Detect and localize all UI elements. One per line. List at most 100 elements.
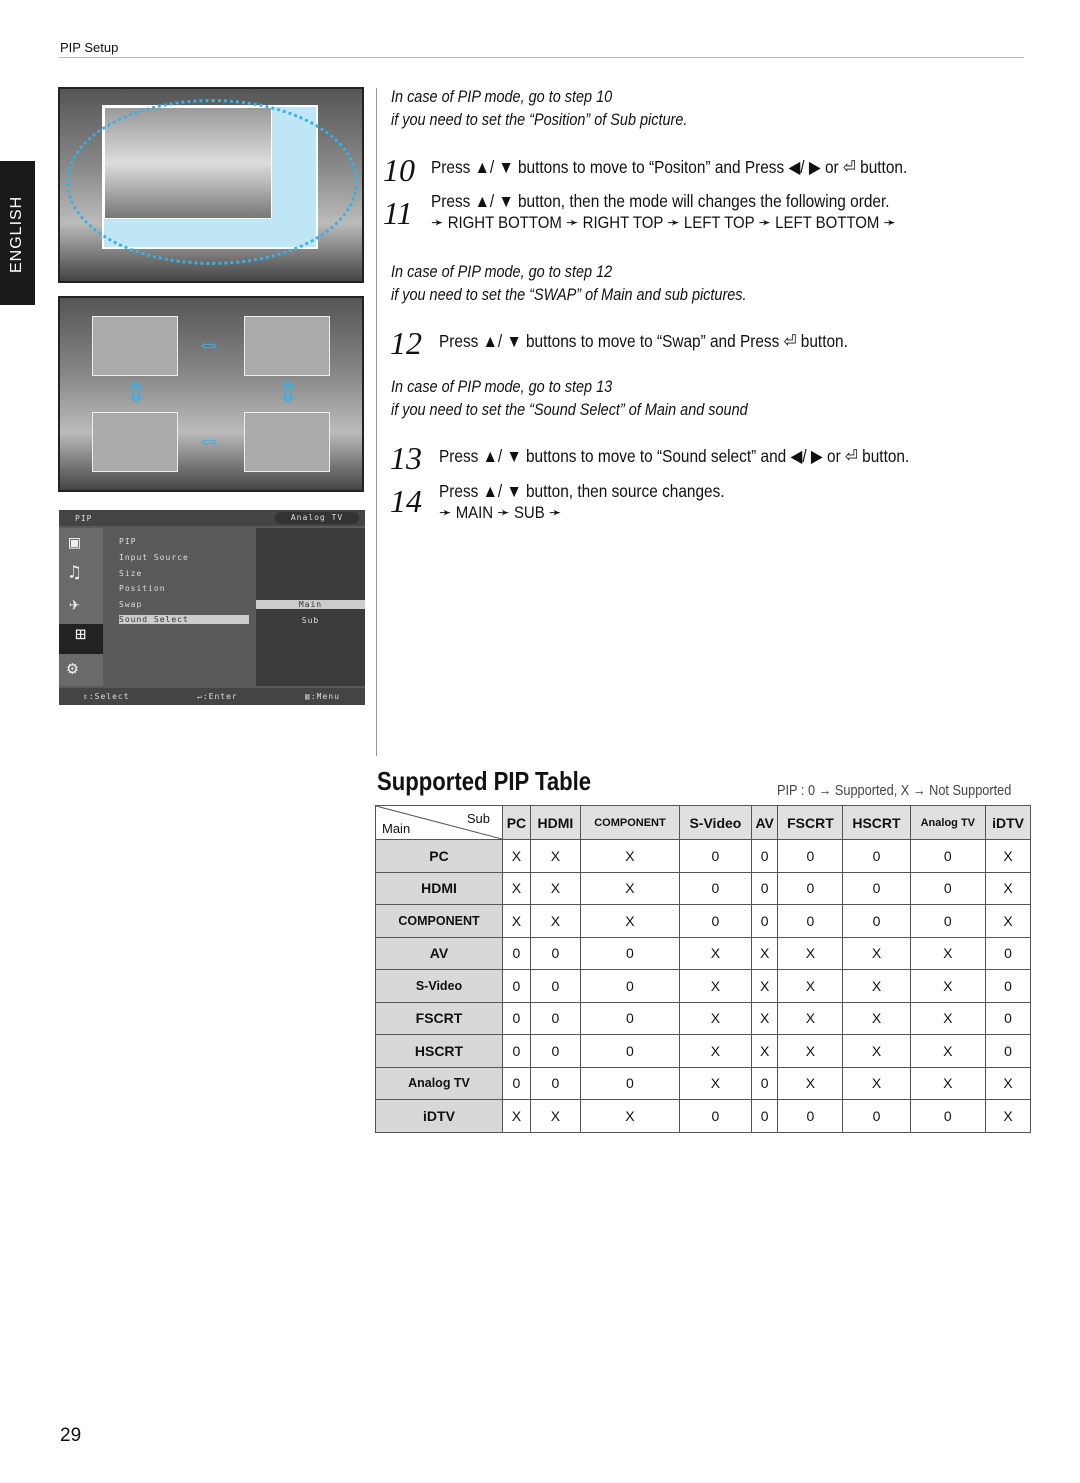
table-cell: X bbox=[750, 936, 779, 970]
table-row: S-Video 0 0 0 X X X X X 0 bbox=[375, 969, 1031, 1003]
table-cell: X bbox=[842, 969, 911, 1003]
setup-gear-icon[interactable]: ⚙ bbox=[67, 658, 79, 679]
table-cell: 0 bbox=[502, 1034, 531, 1068]
table-cell: X bbox=[909, 936, 987, 970]
table-cell: X bbox=[777, 969, 844, 1003]
table-row: COMPONENT X X X 0 0 0 0 0 X bbox=[375, 904, 1031, 938]
osd-menu: PIP Analog TV ▣ ♫ ✈ ⊞ ⚙ PIP Input Source… bbox=[59, 510, 365, 705]
column-header: Analog TV bbox=[909, 805, 987, 840]
table-cell: X bbox=[678, 969, 752, 1003]
table-cell: X bbox=[529, 904, 582, 938]
osd-option-main[interactable]: Main bbox=[256, 600, 365, 609]
table-cell: 0 bbox=[580, 1034, 680, 1068]
table-cell: 0 bbox=[502, 969, 531, 1003]
osd-item-size[interactable]: Size bbox=[119, 569, 142, 578]
table-cell: X bbox=[842, 1001, 911, 1035]
table-row: AV 0 0 0 X X X X X 0 bbox=[375, 936, 1031, 970]
osd-option-sub[interactable]: Sub bbox=[256, 616, 365, 625]
table-cell: 0 bbox=[580, 969, 680, 1003]
table-cell: X bbox=[580, 1099, 680, 1133]
table-cell: 0 bbox=[909, 904, 987, 938]
table-cell: 0 bbox=[750, 1099, 779, 1133]
table-cell: 0 bbox=[777, 1099, 844, 1133]
table-cell: 0 bbox=[909, 1099, 987, 1133]
swap-arrow-icon: ⇔ bbox=[196, 424, 222, 454]
table-cell: X bbox=[985, 1066, 1031, 1100]
swap-arrow-icon: ⇕ bbox=[124, 377, 148, 408]
table-cell: 0 bbox=[529, 1034, 582, 1068]
row-header: FSCRT bbox=[375, 1001, 503, 1035]
column-header: HSCRT bbox=[842, 805, 911, 840]
table-cell: 0 bbox=[529, 1066, 582, 1100]
table-cell: X bbox=[777, 1001, 844, 1035]
column-header: HDMI bbox=[529, 805, 582, 840]
step-12-text: Press ▲/ ▼ buttons to move to “Swap” and… bbox=[439, 331, 848, 351]
table-cell: X bbox=[678, 1001, 752, 1035]
table-cell: X bbox=[985, 904, 1031, 938]
table-cell: X bbox=[502, 871, 531, 905]
sound-icon[interactable]: ♫ bbox=[69, 562, 81, 583]
table-cell: X bbox=[909, 1034, 987, 1068]
table-cell: 0 bbox=[750, 1066, 779, 1100]
table-cell: X bbox=[985, 871, 1031, 905]
table-cell: X bbox=[529, 871, 582, 905]
table-cell: X bbox=[502, 1099, 531, 1133]
table-cell: X bbox=[580, 904, 680, 938]
table-cell: 0 bbox=[777, 871, 844, 905]
row-header: HSCRT bbox=[375, 1034, 503, 1068]
table-cell: 0 bbox=[842, 1099, 911, 1133]
osd-item-position[interactable]: Position bbox=[119, 584, 166, 593]
column-header: iDTV bbox=[985, 805, 1031, 840]
divider bbox=[58, 57, 1024, 58]
table-cell: 0 bbox=[985, 936, 1031, 970]
intro-note: In case of PIP mode, go to step 10 if you… bbox=[391, 87, 688, 129]
table-cell: X bbox=[985, 839, 1031, 873]
table-cell: 0 bbox=[502, 1001, 531, 1035]
table-cell: 0 bbox=[580, 1001, 680, 1035]
table-cell: X bbox=[750, 1001, 779, 1035]
row-header: S-Video bbox=[375, 969, 503, 1003]
table-cell: X bbox=[985, 1099, 1031, 1133]
table-cell: X bbox=[777, 1034, 844, 1068]
table-cell: X bbox=[580, 839, 680, 873]
corner-cell: Sub Main bbox=[375, 805, 503, 840]
table-title: Supported PIP Table bbox=[377, 766, 592, 796]
sound-sequence: ➛ MAIN ➛ SUB ➛ bbox=[439, 503, 562, 522]
table-row: HSCRT 0 0 0 X X X X X 0 bbox=[375, 1034, 1031, 1068]
column-header: AV bbox=[750, 805, 779, 840]
step-11-text: Press ▲/ ▼ button, then the mode will ch… bbox=[431, 191, 890, 211]
table-cell: 0 bbox=[750, 904, 779, 938]
table-cell: 0 bbox=[502, 1066, 531, 1100]
picture-icon[interactable]: ▣ bbox=[69, 532, 81, 553]
table-row: FSCRT 0 0 0 X X X X X 0 bbox=[375, 1001, 1031, 1035]
channel-icon[interactable]: ✈ bbox=[69, 594, 81, 615]
table-cell: X bbox=[529, 1099, 582, 1133]
osd-item-sound-select[interactable]: Sound Select bbox=[119, 615, 249, 624]
language-tab: ENGLISH bbox=[0, 161, 35, 305]
intro-note: In case of PIP mode, go to step 13 if you… bbox=[391, 377, 748, 419]
column-header: PC bbox=[502, 805, 531, 840]
step-13-text: Press ▲/ ▼ buttons to move to “Sound sel… bbox=[439, 446, 910, 466]
table-cell: X bbox=[777, 1066, 844, 1100]
table-cell: 0 bbox=[985, 969, 1031, 1003]
swap-arrow-icon: ⇔ bbox=[196, 328, 222, 358]
section-header: PIP Setup bbox=[60, 40, 119, 55]
table-cell: 0 bbox=[678, 904, 752, 938]
table-cell: 0 bbox=[580, 936, 680, 970]
table-row: HDMI X X X 0 0 0 0 0 X bbox=[375, 871, 1031, 905]
table-cell: 0 bbox=[529, 969, 582, 1003]
row-header: HDMI bbox=[375, 871, 503, 905]
position-sequence: ➛ RIGHT BOTTOM ➛ RIGHT TOP ➛ LEFT TOP ➛ … bbox=[431, 213, 897, 232]
swap-illustration: ⇔ ⇔ ⇕ ⇕ bbox=[58, 296, 364, 492]
column-header: COMPONENT bbox=[580, 805, 680, 840]
osd-item-pip[interactable]: PIP bbox=[119, 537, 136, 546]
osd-item-input-source[interactable]: Input Source bbox=[119, 553, 189, 562]
column-divider bbox=[376, 88, 377, 756]
row-header: PC bbox=[375, 839, 503, 873]
position-illustration bbox=[58, 87, 364, 283]
table-cell: 0 bbox=[678, 871, 752, 905]
osd-item-swap[interactable]: Swap bbox=[119, 600, 142, 609]
supported-pip-table: Sub Main PC HDMI COMPONENT S-Video AV FSCRT HS… bbox=[375, 805, 1031, 1133]
pip-icon[interactable]: ⊞ bbox=[59, 624, 103, 654]
step-14-text: Press ▲/ ▼ button, then source changes. bbox=[439, 481, 725, 501]
